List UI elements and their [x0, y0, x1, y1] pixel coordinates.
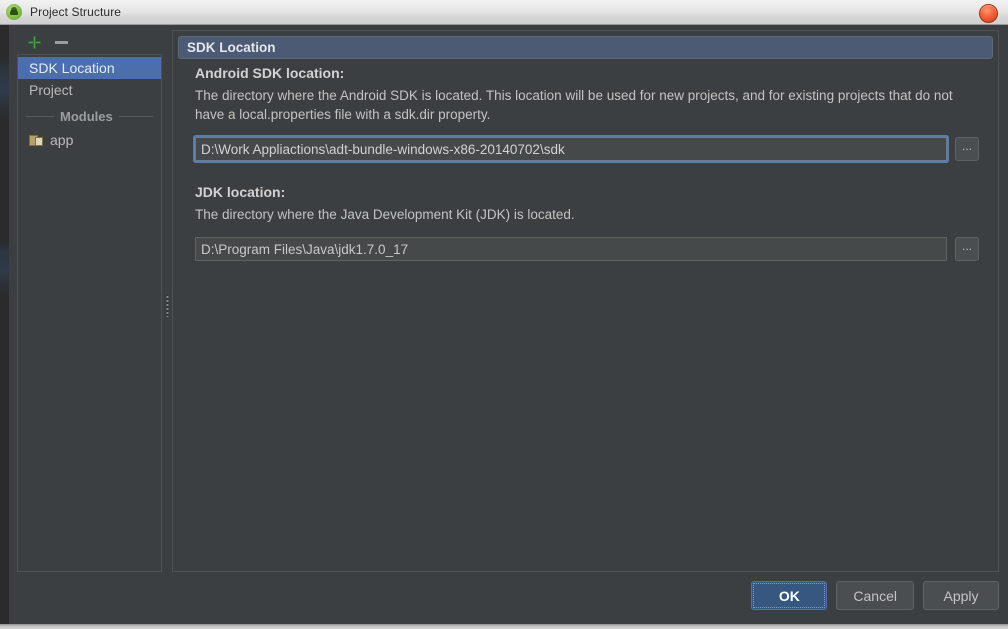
sidebar-splitter[interactable] — [163, 30, 172, 572]
android-sdk-field-row: ... — [195, 137, 998, 161]
section-android-sdk: Android SDK location: The directory wher… — [173, 65, 998, 161]
sidebar-item-sdk-location[interactable]: SDK Location — [18, 57, 161, 79]
apply-button[interactable]: Apply — [923, 581, 999, 610]
jdk-path-input[interactable] — [195, 237, 947, 261]
project-structure-dialog: Project Structure SDK Location Project M… — [0, 0, 1008, 629]
page-title: SDK Location — [187, 40, 276, 55]
group-rule-right — [118, 115, 153, 117]
sidebar-module-label: app — [50, 132, 74, 148]
plus-icon[interactable] — [28, 35, 41, 49]
android-robot-icon — [6, 4, 22, 20]
android-sdk-description: The directory where the Android SDK is l… — [195, 88, 953, 122]
sidebar-group-modules: Modules — [18, 104, 161, 128]
main-panel: SDK Location Android SDK location: The d… — [172, 30, 999, 572]
sidebar-group-label: Modules — [60, 108, 113, 124]
minus-icon[interactable] — [55, 41, 68, 44]
android-sdk-label: Android SDK location: — [195, 65, 345, 81]
jdk-field-row: ... — [195, 237, 998, 261]
jdk-label: JDK location: — [195, 184, 286, 200]
sidebar-item-label: Project — [29, 82, 73, 98]
dialog-content: SDK Location Project Modules app SDK Loc… — [9, 25, 1008, 624]
group-rule-left — [26, 115, 54, 117]
panel-body: Android SDK location: The directory wher… — [173, 65, 998, 261]
android-sdk-browse-button[interactable]: ... — [955, 137, 979, 161]
title-bar: Project Structure — [0, 0, 1008, 25]
sidebar-item-project[interactable]: Project — [18, 79, 161, 101]
android-sdk-path-input[interactable] — [195, 137, 947, 161]
close-icon[interactable] — [979, 4, 998, 23]
ok-button[interactable]: OK — [751, 581, 828, 610]
panel-header: SDK Location — [178, 36, 993, 59]
sidebar-item-app[interactable]: app — [18, 128, 161, 152]
sidebar: SDK Location Project Modules app — [17, 30, 162, 572]
splitter-grip-icon — [166, 295, 169, 317]
sidebar-item-label: SDK Location — [29, 60, 115, 76]
dialog-footer: OK Cancel Apply — [751, 581, 999, 610]
window-title: Project Structure — [30, 5, 122, 19]
sidebar-toolbar — [17, 30, 162, 54]
module-icon — [29, 134, 44, 147]
cancel-button[interactable]: Cancel — [836, 581, 914, 610]
jdk-description: The directory where the Java Development… — [195, 207, 575, 222]
jdk-browse-button[interactable]: ... — [955, 237, 979, 261]
window-bottom-border — [0, 624, 1008, 629]
sidebar-list: SDK Location Project Modules app — [17, 54, 162, 572]
section-jdk: JDK location: The directory where the Ja… — [173, 184, 998, 261]
